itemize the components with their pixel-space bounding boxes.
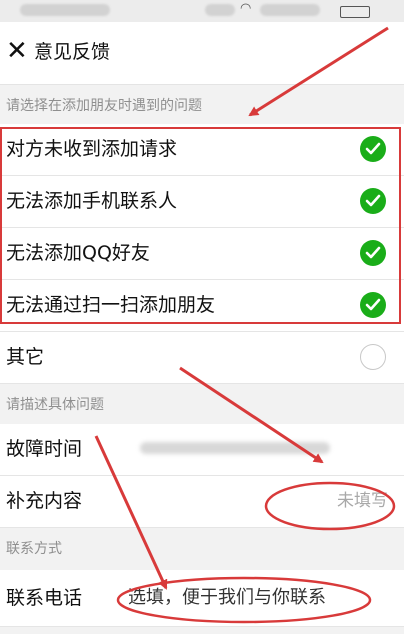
status-bar-blurred-center xyxy=(205,4,235,16)
fault-time-row[interactable]: 故障时间 xyxy=(0,424,404,476)
phone-label: 联系电话 xyxy=(6,587,83,609)
supplement-row[interactable]: 补充内容 未填写 xyxy=(0,476,404,528)
phone-input[interactable]: 选填，便于我们与你联系 xyxy=(128,585,326,611)
section-describe-label: 请描述具体问题 xyxy=(6,397,104,413)
status-bar-blurred-left xyxy=(20,4,110,16)
section-header-issue: 请选择在添加朋友时遇到的问题 xyxy=(0,86,404,122)
status-bar: ◠ xyxy=(0,0,404,22)
close-icon[interactable]: ✕ xyxy=(6,36,28,66)
fault-time-label: 故障时间 xyxy=(6,438,83,460)
phone-row[interactable]: 联系电话 选填，便于我们与你联系 xyxy=(0,570,404,627)
supplement-value: 未填写 xyxy=(337,491,388,511)
wifi-icon: ◠ xyxy=(240,1,252,16)
annotation-highlight-box xyxy=(0,127,401,324)
radio-circle-icon[interactable] xyxy=(360,344,386,370)
option-label: 其它 xyxy=(6,346,45,368)
section-header-describe: 请描述具体问题 xyxy=(0,385,404,421)
option-row-other[interactable]: 其它 xyxy=(0,332,404,384)
section-issue-label: 请选择在添加朋友时遇到的问题 xyxy=(6,98,202,114)
status-bar-blurred-right xyxy=(260,4,320,16)
section-contact-label: 联系方式 xyxy=(6,541,62,557)
title-bar: ✕ 意见反馈 xyxy=(0,22,404,85)
page-title: 意见反馈 xyxy=(34,41,111,63)
fault-time-value-blurred xyxy=(140,442,330,454)
battery-icon xyxy=(340,6,370,18)
section-header-contact: 联系方式 xyxy=(0,529,404,565)
supplement-label: 补充内容 xyxy=(6,490,83,512)
